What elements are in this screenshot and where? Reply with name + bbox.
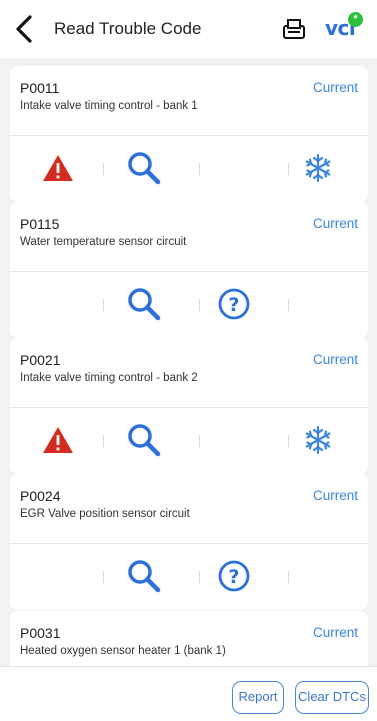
action-divider	[199, 299, 200, 311]
vci-status[interactable]: VCI *	[325, 12, 369, 46]
dtc-header: P0024 EGR Valve position sensor circuit Cu…	[10, 474, 368, 544]
dtc-card[interactable]: P0115 Water temperature sensor circuit Cur…	[10, 202, 368, 338]
dtc-code: P0021	[20, 352, 61, 368]
dtc-description: Intake valve timing control - bank 2	[20, 372, 198, 384]
dtc-header: P0115 Water temperature sensor circuit Cur…	[10, 202, 368, 272]
printer-icon	[283, 19, 305, 39]
dtc-code: P0011	[20, 80, 60, 96]
action-divider	[103, 571, 104, 583]
warning-icon[interactable]	[40, 422, 76, 458]
page-title: Read Trouble Code	[54, 19, 202, 38]
action-divider	[103, 299, 104, 311]
print-button[interactable]	[282, 18, 306, 40]
action-divider	[199, 435, 200, 447]
dtc-description: Intake valve timing control - bank 1	[20, 100, 198, 112]
help-icon[interactable]: ?	[216, 558, 252, 594]
dtc-actions: ?	[10, 272, 368, 338]
action-divider	[199, 163, 200, 175]
dtc-header: P0021 Intake valve timing control - bank …	[10, 338, 368, 408]
clear-dtcs-button[interactable]: Clear DTCs	[295, 681, 369, 714]
dtc-code: P0031	[20, 625, 61, 641]
help-icon[interactable]: ?	[216, 286, 252, 322]
warning-icon[interactable]	[40, 150, 76, 186]
search-icon[interactable]	[126, 558, 162, 594]
dtc-status: Current	[312, 625, 358, 640]
dtc-actions: ?	[10, 544, 368, 610]
search-icon[interactable]	[126, 422, 162, 458]
chevron-left-icon	[16, 15, 32, 43]
dtc-code: P0024	[20, 488, 61, 504]
dtc-card[interactable]: P0011 Intake valve timing control - bank …	[10, 66, 368, 202]
action-divider	[288, 299, 289, 311]
dtc-description: Heated oxygen sensor heater 1 (bank 1)	[20, 645, 226, 657]
dtc-status: Current	[312, 216, 358, 231]
report-button[interactable]: Report	[232, 681, 284, 714]
action-divider	[288, 163, 289, 175]
svg-text:?: ?	[228, 294, 239, 316]
dtc-card[interactable]: P0024 EGR Valve position sensor circuit Cu…	[10, 474, 368, 610]
freeze-frame-icon[interactable]	[300, 422, 336, 458]
action-divider	[199, 571, 200, 583]
dtc-card[interactable]: P0021 Intake valve timing control - bank …	[10, 338, 368, 474]
dtc-description: EGR Valve position sensor circuit	[20, 508, 190, 520]
top-bar: Read Trouble Code VCI *	[0, 0, 377, 58]
freeze-frame-icon[interactable]	[300, 150, 336, 186]
dtc-status: Current	[312, 488, 358, 503]
dtc-status: Current	[312, 352, 358, 367]
dtc-code: P0115	[20, 216, 60, 232]
back-button[interactable]	[12, 14, 36, 44]
footer-bar: Report Clear DTCs	[0, 666, 377, 721]
search-icon[interactable]	[126, 150, 162, 186]
dtc-actions	[10, 408, 368, 474]
svg-text:?: ?	[228, 566, 239, 588]
action-divider	[103, 435, 104, 447]
bluetooth-icon: *	[348, 12, 363, 27]
dtc-header: P0011 Intake valve timing control - bank …	[10, 66, 368, 136]
dtc-actions	[10, 136, 368, 202]
search-icon[interactable]	[126, 286, 162, 322]
action-divider	[288, 435, 289, 447]
action-divider	[288, 571, 289, 583]
dtc-card[interactable]: P0031 Heated oxygen sensor heater 1 (bank…	[10, 611, 368, 666]
dtc-list[interactable]: P0011 Intake valve timing control - bank …	[0, 58, 377, 666]
dtc-status: Current	[312, 80, 358, 95]
dtc-description: Water temperature sensor circuit	[20, 236, 187, 248]
dtc-header: P0031 Heated oxygen sensor heater 1 (bank…	[10, 611, 368, 666]
action-divider	[103, 163, 104, 175]
